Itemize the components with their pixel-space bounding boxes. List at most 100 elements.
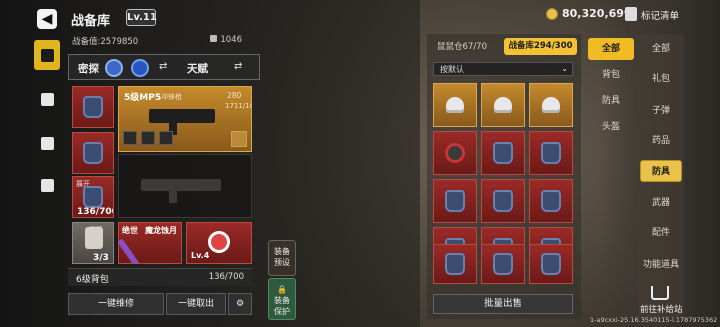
mark-list-icon[interactable] [625,7,637,21]
vest-icon [541,253,561,275]
box-icon [40,92,54,106]
pet-slot[interactable]: Lv.4 [186,222,252,264]
nav-tools[interactable] [34,170,60,200]
coin-icon [546,8,558,20]
category-armor[interactable]: 防具 [588,90,634,112]
vest-icon [445,253,465,275]
vest-icon [541,142,561,164]
attachment-slot[interactable] [141,131,155,145]
storage-item[interactable] [481,83,525,127]
sort-dropdown[interactable]: 按默认 ⌄ [433,62,573,76]
repair-all-button[interactable]: 一键维修 [68,293,164,315]
swap-icon-2[interactable]: ⇄ [234,61,242,72]
vest-icon [541,190,561,212]
sub-category-ammo[interactable]: 子弹 [640,100,682,122]
protect-label: 装备 保护 [274,296,290,316]
category-panel: 全部 背包 防具 头盔 [588,34,636,319]
sub-category-weapon[interactable]: 武器 [640,192,682,214]
equipment-preset-button[interactable]: 装备 预设 [268,240,296,276]
nav-character[interactable] [34,128,60,158]
vest-icon [445,190,465,212]
primary-weapon-slot[interactable]: 5级MP5 冲锋枪 280 1711/1800 [118,86,252,152]
storage-item[interactable] [529,131,573,175]
weapon-name: 5级MP5 [124,93,162,103]
sub-category-all[interactable]: 全部 [640,38,682,60]
attachment-slot[interactable] [159,131,173,145]
back-button[interactable]: ◀ [37,9,57,29]
tab-mouse-storage[interactable]: 鼠鼠仓67/70 [437,40,487,52]
weight-icon [210,35,218,42]
page-title: 战备库 [71,14,111,29]
settings-button[interactable]: ⚙ [228,293,252,315]
bag-info-row: 6级背包 136/700 [68,268,252,286]
storage-item[interactable] [481,131,525,175]
tab-gear-storage[interactable]: 战备库294/300 [504,38,577,55]
storage-item[interactable] [529,244,573,284]
attachment-add-slot[interactable] [231,131,247,147]
build-version: 1-a9cxxi-25.16.3540115-i.1787975362 [590,316,718,324]
storage-item[interactable] [433,244,477,284]
ammo-cap: 1711/1800 [225,102,251,110]
armor-slot[interactable] [72,132,114,174]
take-out-all-button[interactable]: 一键取出 [166,293,226,315]
helmet-icon [494,97,512,113]
sub-category-tools[interactable]: 功能道具 [640,254,682,276]
mark-list-button[interactable]: 标记清单 [641,8,679,22]
helmet-slot[interactable] [72,86,114,128]
armor-icon [83,142,103,164]
nav-gun[interactable] [34,40,60,70]
chevron-down-icon: ⌄ [561,64,568,73]
bag-slot[interactable]: 展开 136/700 [72,176,114,218]
storage-item[interactable] [481,244,525,284]
tools-icon [40,178,54,192]
pack-icon [85,227,103,249]
sub-category-medicine[interactable]: 药品 [640,130,682,152]
pack-slot[interactable]: 展开 3/3 [72,222,114,264]
nav-box[interactable] [34,84,60,114]
attachment-slot[interactable] [123,131,137,145]
secondary-weapon-slot[interactable] [118,154,252,218]
category-backpack[interactable]: 背包 [588,64,634,86]
action-row: 一键维修 一键取出 ⚙ [68,293,260,315]
melee-slot[interactable]: 绝世 魔龙蚀月 [118,222,182,264]
supply-station-button[interactable]: 前往补给站 [640,303,683,315]
storage-item[interactable] [433,83,477,127]
loadout-panel: 战备值:2579850 1046 密探 ⇄ 天赋 ⇄ 展开 136/700 展开… [68,34,260,319]
sub-category-attachment[interactable]: 配件 [640,222,682,244]
gear-icon-2[interactable] [131,59,149,77]
storage-item[interactable] [529,179,573,223]
weight-indicator: 1046 [210,35,242,45]
currency-amount: 80,320,699 [562,7,632,20]
dragon-pet-icon [208,231,230,253]
storage-item[interactable] [529,83,573,127]
storage-item[interactable] [481,179,525,223]
lock-icon: 🔒 [277,285,287,294]
vest-icon [493,190,513,212]
gear-settings-icon: ⚙ [235,299,245,309]
level-badge: Lv.11 [126,9,157,26]
gear-round-icon [445,143,465,163]
pack-count: 3/3 [93,253,109,263]
gear-icon[interactable] [105,59,123,77]
gear-value: 战备值:2579850 [72,37,139,47]
top-bar: ◀ 战备库 Lv.11 80,320,699 标记清单 [0,0,720,32]
cart-icon[interactable] [651,286,669,300]
category-all[interactable]: 全部 [588,38,634,60]
vest-icon [493,253,513,275]
storage-item[interactable] [433,179,477,223]
pet-level: Lv.4 [191,251,210,260]
bulk-sell-button[interactable]: 批量出售 [433,294,573,314]
backpack-icon [83,186,103,208]
sub-category-armor[interactable]: 防具 [640,160,682,182]
equipment-protect-button[interactable]: 🔒 装备 保护 [268,278,296,320]
weight-value: 1046 [220,35,242,45]
storage-item[interactable] [433,131,477,175]
sub-category-gift[interactable]: 礼包 [640,68,682,90]
category-helmet[interactable]: 头盔 [588,116,634,138]
bag-label: 6级背包 [76,275,109,285]
swap-icon[interactable]: ⇄ [159,61,167,72]
helmet-icon [446,97,464,113]
sort-value: 按默认 [440,65,464,74]
mode-detective-label: 密探 [78,63,99,75]
vest-icon [493,142,513,164]
